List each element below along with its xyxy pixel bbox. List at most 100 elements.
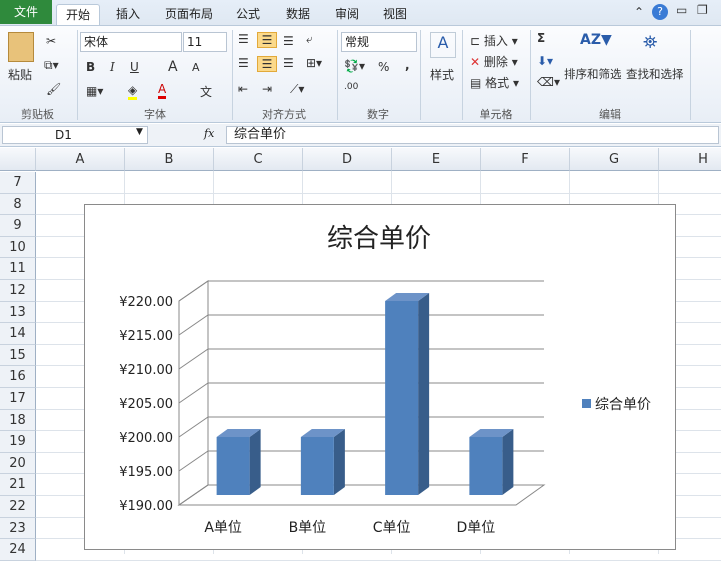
format-label: 格式 [485,76,510,90]
row-header-18[interactable]: 18 [0,409,36,432]
borders-icon[interactable]: ▦▾ [86,84,103,98]
tab-review[interactable]: 审阅 [329,4,365,25]
insert-icon: ⊏ [470,34,481,48]
bar [300,437,334,495]
x-tick-label: A单位 [204,520,242,536]
tab-data[interactable]: 数据 [280,4,316,25]
find-select-button[interactable]: 查找和选择 [626,66,684,82]
merge-center-icon[interactable]: ⊞▾ [306,56,322,70]
format-cells-button[interactable]: ▤ 格式 ▾ [470,74,519,91]
formula-bar: D1 ▼ fx 综合单价 [0,124,721,147]
gridline [178,314,544,336]
comma-button[interactable]: , [405,58,410,72]
minimize-icon[interactable]: ▭ [676,3,687,17]
fill-color-icon[interactable]: ◈ [128,83,138,100]
column-header-B[interactable]: B [125,148,214,171]
column-header-H[interactable]: H [659,148,721,171]
format-painter-icon[interactable]: 🖌 [46,82,61,96]
collapse-ribbon-icon[interactable]: ⌃ [634,5,644,19]
column-header-E[interactable]: E [392,148,481,171]
grow-font-button[interactable]: A [168,59,178,75]
row-header-17[interactable]: 17 [0,388,36,410]
restore-icon[interactable]: ❐ [697,3,708,17]
clear-icon[interactable]: ⌫▾ [537,75,560,89]
name-box-dropdown-icon[interactable]: ▼ [136,127,143,137]
autosum-button[interactable]: Σ [537,31,545,45]
tab-page-layout[interactable]: 页面布局 [160,4,218,25]
bold-button[interactable]: B [86,60,95,74]
tab-formulas[interactable]: 公式 [230,4,266,25]
sort-filter-button[interactable]: 排序和筛选 [564,66,622,82]
help-icon[interactable]: ? [652,4,668,20]
row-header-13[interactable]: 13 [0,301,36,324]
row-header-19[interactable]: 19 [0,431,36,453]
column-header-G[interactable]: G [570,148,659,171]
align-left-icon[interactable]: ☰ [238,56,249,70]
align-top-icon[interactable]: ☰ [238,32,249,46]
delete-cells-button[interactable]: ✕ 删除 ▾ [470,53,518,70]
y-tick-label: ¥205.00 [119,397,173,412]
row-header-16[interactable]: 16 [0,366,36,388]
row-header-8[interactable]: 8 [0,193,36,216]
insert-cells-button[interactable]: ⊏ 插入 ▾ [470,32,518,49]
increase-decimal-button[interactable]: .00 [344,82,358,92]
ribbon: 粘贴 ✂ ⧉▾ 🖌 剪贴板 宋体 11 B I U A A ▦▾ ◈ A 文 字… [0,25,721,123]
styles-icon[interactable]: A [430,32,456,58]
row-header-23[interactable]: 23 [0,517,36,540]
font-color-button[interactable]: A [158,82,167,99]
y-tick-label: ¥200.00 [119,431,173,446]
percent-button[interactable]: % [378,60,389,74]
row-header-20[interactable]: 20 [0,452,36,475]
row-header-24[interactable]: 24 [0,539,36,561]
paste-button[interactable]: 粘贴 [8,66,32,83]
row-header-10[interactable]: 10 [0,236,36,259]
chart[interactable]: 综合单价 ¥190.00 ¥195.00 ¥200.00 ¥205.00 ¥210.00 ¥… [84,204,676,550]
row-header-12[interactable]: 12 [0,280,36,302]
select-all-corner[interactable] [0,148,36,171]
column-header-C[interactable]: C [214,148,303,171]
italic-button[interactable]: I [110,60,115,74]
tab-insert[interactable]: 插入 [108,4,148,25]
paste-icon[interactable] [8,32,34,62]
underline-button[interactable]: U [130,60,139,74]
tab-view[interactable]: 视图 [377,4,413,25]
fill-icon[interactable]: ⬇▾ [537,54,553,68]
row-header-15[interactable]: 15 [0,344,36,367]
align-right-icon[interactable]: ☰ [283,56,294,70]
shrink-font-button[interactable]: A [192,61,200,74]
align-bottom-icon[interactable]: ☰ [283,34,294,48]
bar [385,301,419,495]
find-binoculars-icon: ⛯ [643,32,658,53]
tab-file[interactable]: 文件 [0,0,52,24]
row-header-11[interactable]: 11 [0,258,36,280]
increase-indent-icon[interactable]: ⇥ [262,82,272,96]
orientation-icon[interactable]: ⟋▾ [290,82,304,97]
decrease-indent-icon[interactable]: ⇤ [238,82,248,96]
editing-group-label: 编辑 [599,108,621,121]
font-size-select[interactable]: 11 [183,32,227,52]
name-box[interactable]: D1 [2,126,148,144]
row-header-22[interactable]: 22 [0,496,36,518]
cut-icon[interactable]: ✂ [46,34,56,48]
row-header-9[interactable]: 9 [0,215,36,237]
styles-button[interactable]: 样式 [430,66,454,83]
phonetic-button[interactable]: 文 [200,83,212,100]
tab-home[interactable]: 开始 [56,4,100,25]
insert-function-button[interactable]: fx [204,127,214,140]
column-header-A[interactable]: A [36,148,125,171]
number-format-select[interactable]: 常规 [341,32,417,52]
gridline [178,280,544,302]
row-header-14[interactable]: 14 [0,323,36,345]
currency-icon[interactable]: 💱▾ [344,59,365,73]
row-header-7[interactable]: 7 [0,172,36,194]
align-middle-icon[interactable]: ☰ [257,32,277,48]
wrap-text-icon[interactable]: ⤶ [306,32,313,47]
font-name-select[interactable]: 宋体 [80,32,182,52]
row-header-21[interactable]: 21 [0,474,36,496]
copy-icon[interactable]: ⧉▾ [44,58,59,73]
formula-input[interactable]: 综合单价 [226,126,719,144]
legend-marker [582,399,591,408]
column-header-D[interactable]: D [303,148,392,171]
align-center-icon[interactable]: ☰ [257,56,277,72]
column-header-F[interactable]: F [481,148,570,171]
